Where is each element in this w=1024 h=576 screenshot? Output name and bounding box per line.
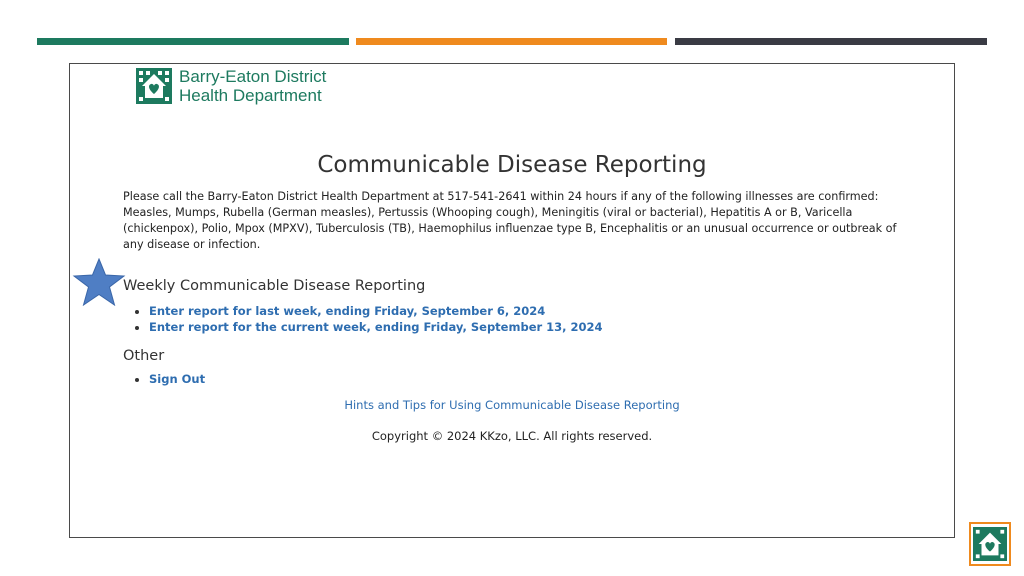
list-item: Enter report for last week, ending Frida…	[149, 303, 603, 319]
list-item: Enter report for the current week, endin…	[149, 319, 603, 335]
org-name-line1: Barry-Eaton District	[179, 67, 327, 86]
accent-bar-green	[37, 38, 349, 45]
house-heart-icon	[973, 527, 1007, 561]
current-week-report-link[interactable]: Enter report for the current week, endin…	[149, 320, 603, 334]
weekly-heading: Weekly Communicable Disease Reporting	[123, 278, 426, 294]
org-name: Barry-Eaton District Health Department	[179, 67, 326, 105]
hints-link[interactable]: Hints and Tips for Using Communicable Di…	[70, 398, 954, 412]
corner-logo	[969, 522, 1011, 566]
list-item: Sign Out	[149, 371, 205, 387]
weekly-links: Enter report for last week, ending Frida…	[123, 303, 603, 335]
copyright-text: Copyright © 2024 KKzo, LLC. All rights r…	[371, 429, 653, 443]
house-heart-icon	[136, 68, 172, 104]
intro-text: Please call the Barry-Eaton District Hea…	[123, 189, 903, 253]
accent-bar-dark	[675, 38, 987, 45]
intro-line2: Measles, Mumps, Rubella (German measles)…	[123, 206, 897, 251]
org-logo: Barry-Eaton District Health Department	[136, 67, 326, 105]
intro-line1: Please call the Barry-Eaton District Hea…	[123, 190, 879, 203]
sign-out-link[interactable]: Sign Out	[149, 372, 205, 386]
last-week-report-link[interactable]: Enter report for last week, ending Frida…	[149, 304, 545, 318]
org-name-line2: Health Department	[179, 86, 322, 105]
other-heading: Other	[123, 348, 165, 364]
accent-bar-orange	[356, 38, 667, 45]
page-title: Communicable Disease Reporting	[317, 152, 707, 178]
page-frame: Barry-Eaton District Health Department C…	[69, 63, 955, 538]
star-icon	[72, 258, 126, 306]
other-links: Sign Out	[123, 371, 205, 387]
